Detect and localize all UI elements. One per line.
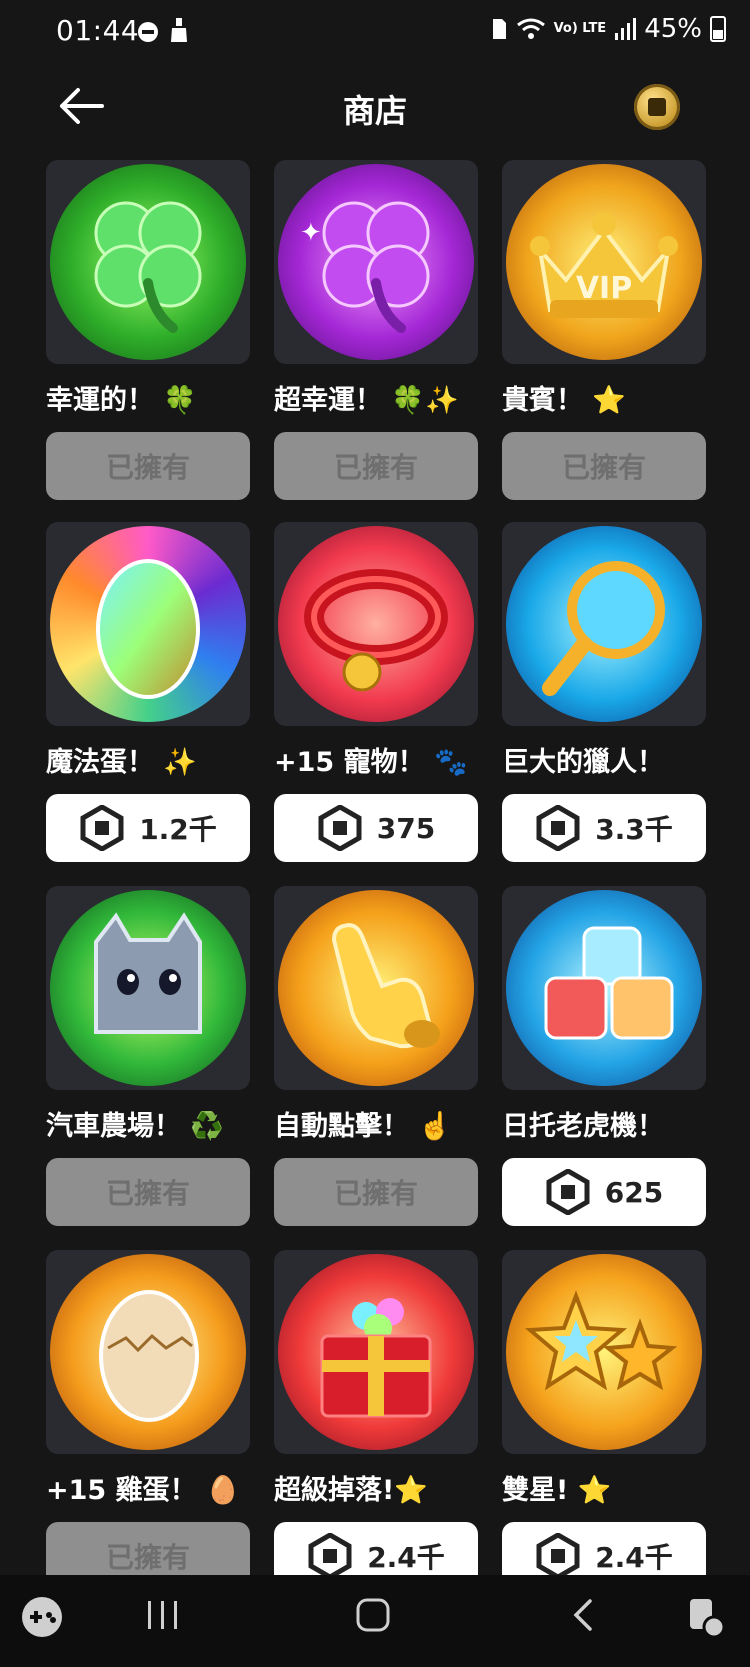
recent-apps-icon[interactable] bbox=[146, 1595, 180, 1635]
status-bar: 01:44 Vo) LTE 45% bbox=[0, 0, 750, 64]
item-name: 幸運的！ 🍀 bbox=[46, 385, 198, 416]
sim-icon bbox=[492, 19, 506, 39]
do-not-disturb-icon bbox=[138, 22, 158, 42]
item-name: 雙星! ⭐ bbox=[502, 1475, 612, 1506]
owned-button[interactable]: 已擁有 bbox=[46, 1522, 250, 1575]
robux-icon bbox=[318, 805, 362, 851]
system-nav-bar bbox=[0, 1575, 750, 1667]
status-time: 01:44 bbox=[56, 14, 140, 47]
dice-cubes-icon bbox=[544, 926, 674, 1040]
item-image-tile: VIP bbox=[502, 160, 706, 364]
item-name: 自動點擊！ ☝️ bbox=[274, 1111, 453, 1142]
item-name: 貴賓！ ⭐ bbox=[502, 385, 627, 416]
pet-collar-icon bbox=[304, 569, 448, 692]
item-name: 日托老虎機！ bbox=[502, 1111, 664, 1142]
battery-icon bbox=[710, 16, 726, 42]
item-image-tile bbox=[274, 1250, 478, 1454]
signal-icon bbox=[615, 18, 637, 40]
vip-crown-icon: VIP bbox=[530, 212, 678, 318]
owned-button[interactable]: 已擁有 bbox=[274, 432, 478, 500]
price-label: 2.4千 bbox=[595, 1541, 673, 1574]
robux-icon bbox=[546, 1169, 590, 1215]
item-image-tile bbox=[46, 522, 250, 726]
back-icon[interactable] bbox=[572, 1595, 596, 1635]
item-name: 超幸運！ 🍀✨ bbox=[274, 385, 459, 416]
price-label: 1.2千 bbox=[139, 813, 217, 846]
buy-button[interactable]: 375 bbox=[274, 794, 478, 862]
item-image-tile bbox=[502, 522, 706, 726]
owned-button[interactable]: 已擁有 bbox=[274, 1158, 478, 1226]
cat-pet-icon bbox=[94, 912, 202, 1034]
buy-button[interactable]: 2.4千 bbox=[502, 1522, 706, 1575]
app-header: 商店 bbox=[0, 64, 750, 152]
lte-label: Vo) LTE bbox=[553, 21, 607, 36]
accessibility-icon[interactable] bbox=[684, 1595, 728, 1639]
owned-button[interactable]: 已擁有 bbox=[502, 432, 706, 500]
price-label: 375 bbox=[376, 811, 436, 845]
robux-currency-icon[interactable] bbox=[634, 84, 680, 130]
sparkle-icon: ✦ bbox=[300, 218, 322, 248]
svg-text:VIP: VIP bbox=[576, 271, 632, 306]
item-name: +15 寵物！ 🐾 bbox=[274, 747, 468, 778]
purple-clover-icon bbox=[322, 201, 430, 333]
wifi-icon bbox=[516, 18, 545, 39]
owned-button[interactable]: 已擁有 bbox=[46, 432, 250, 500]
price-label: 625 bbox=[604, 1175, 664, 1209]
item-name: 巨大的獵人！ bbox=[502, 747, 664, 778]
double-star-icon bbox=[524, 1290, 678, 1391]
price-label: 2.4千 bbox=[367, 1541, 445, 1574]
robux-icon bbox=[536, 805, 580, 851]
robux-icon bbox=[80, 805, 124, 851]
buy-button[interactable]: 625 bbox=[502, 1158, 706, 1226]
owned-button[interactable]: 已擁有 bbox=[46, 1158, 250, 1226]
buy-button[interactable]: 1.2千 bbox=[46, 794, 250, 862]
item-image-tile: ✦ bbox=[274, 160, 478, 364]
status-right: Vo) LTE 45% bbox=[490, 14, 726, 44]
clover-icon bbox=[94, 201, 202, 333]
item-name: +15 雞蛋！ 🥚 bbox=[46, 1475, 240, 1506]
item-name: 汽車農場！ ♻️ bbox=[46, 1111, 225, 1142]
rainbow-egg-icon bbox=[96, 559, 200, 699]
robux-icon bbox=[308, 1533, 352, 1575]
item-image-tile bbox=[46, 160, 250, 364]
item-image-tile bbox=[274, 522, 478, 726]
item-name: 魔法蛋！ ✨ bbox=[46, 747, 198, 778]
robux-icon bbox=[536, 1533, 580, 1575]
item-image-tile bbox=[46, 1250, 250, 1454]
item-image-tile bbox=[502, 1250, 706, 1454]
item-image-tile bbox=[502, 886, 706, 1090]
item-name: 超級掉落!⭐ bbox=[274, 1475, 428, 1506]
battery-percent: 45% bbox=[644, 14, 702, 44]
cracked-egg-icon bbox=[99, 1290, 199, 1422]
item-image-tile bbox=[46, 886, 250, 1090]
game-controller-icon[interactable] bbox=[20, 1595, 64, 1639]
magnifier-icon bbox=[542, 561, 665, 696]
item-image-tile bbox=[274, 886, 478, 1090]
price-label: 3.3千 bbox=[595, 813, 673, 846]
pointer-hand-icon bbox=[331, 923, 440, 1049]
gift-box-icon bbox=[320, 1298, 432, 1418]
buy-button[interactable]: 3.3千 bbox=[502, 794, 706, 862]
cleaner-icon bbox=[171, 18, 187, 42]
shop-grid: 幸運的！ 🍀 已擁有 ✦ 超幸運！ 🍀✨ 已擁有 VIP 貴賓！ ⭐ 已擁有 魔… bbox=[46, 160, 706, 1575]
home-icon[interactable] bbox=[354, 1595, 394, 1635]
buy-button[interactable]: 2.4千 bbox=[274, 1522, 478, 1575]
